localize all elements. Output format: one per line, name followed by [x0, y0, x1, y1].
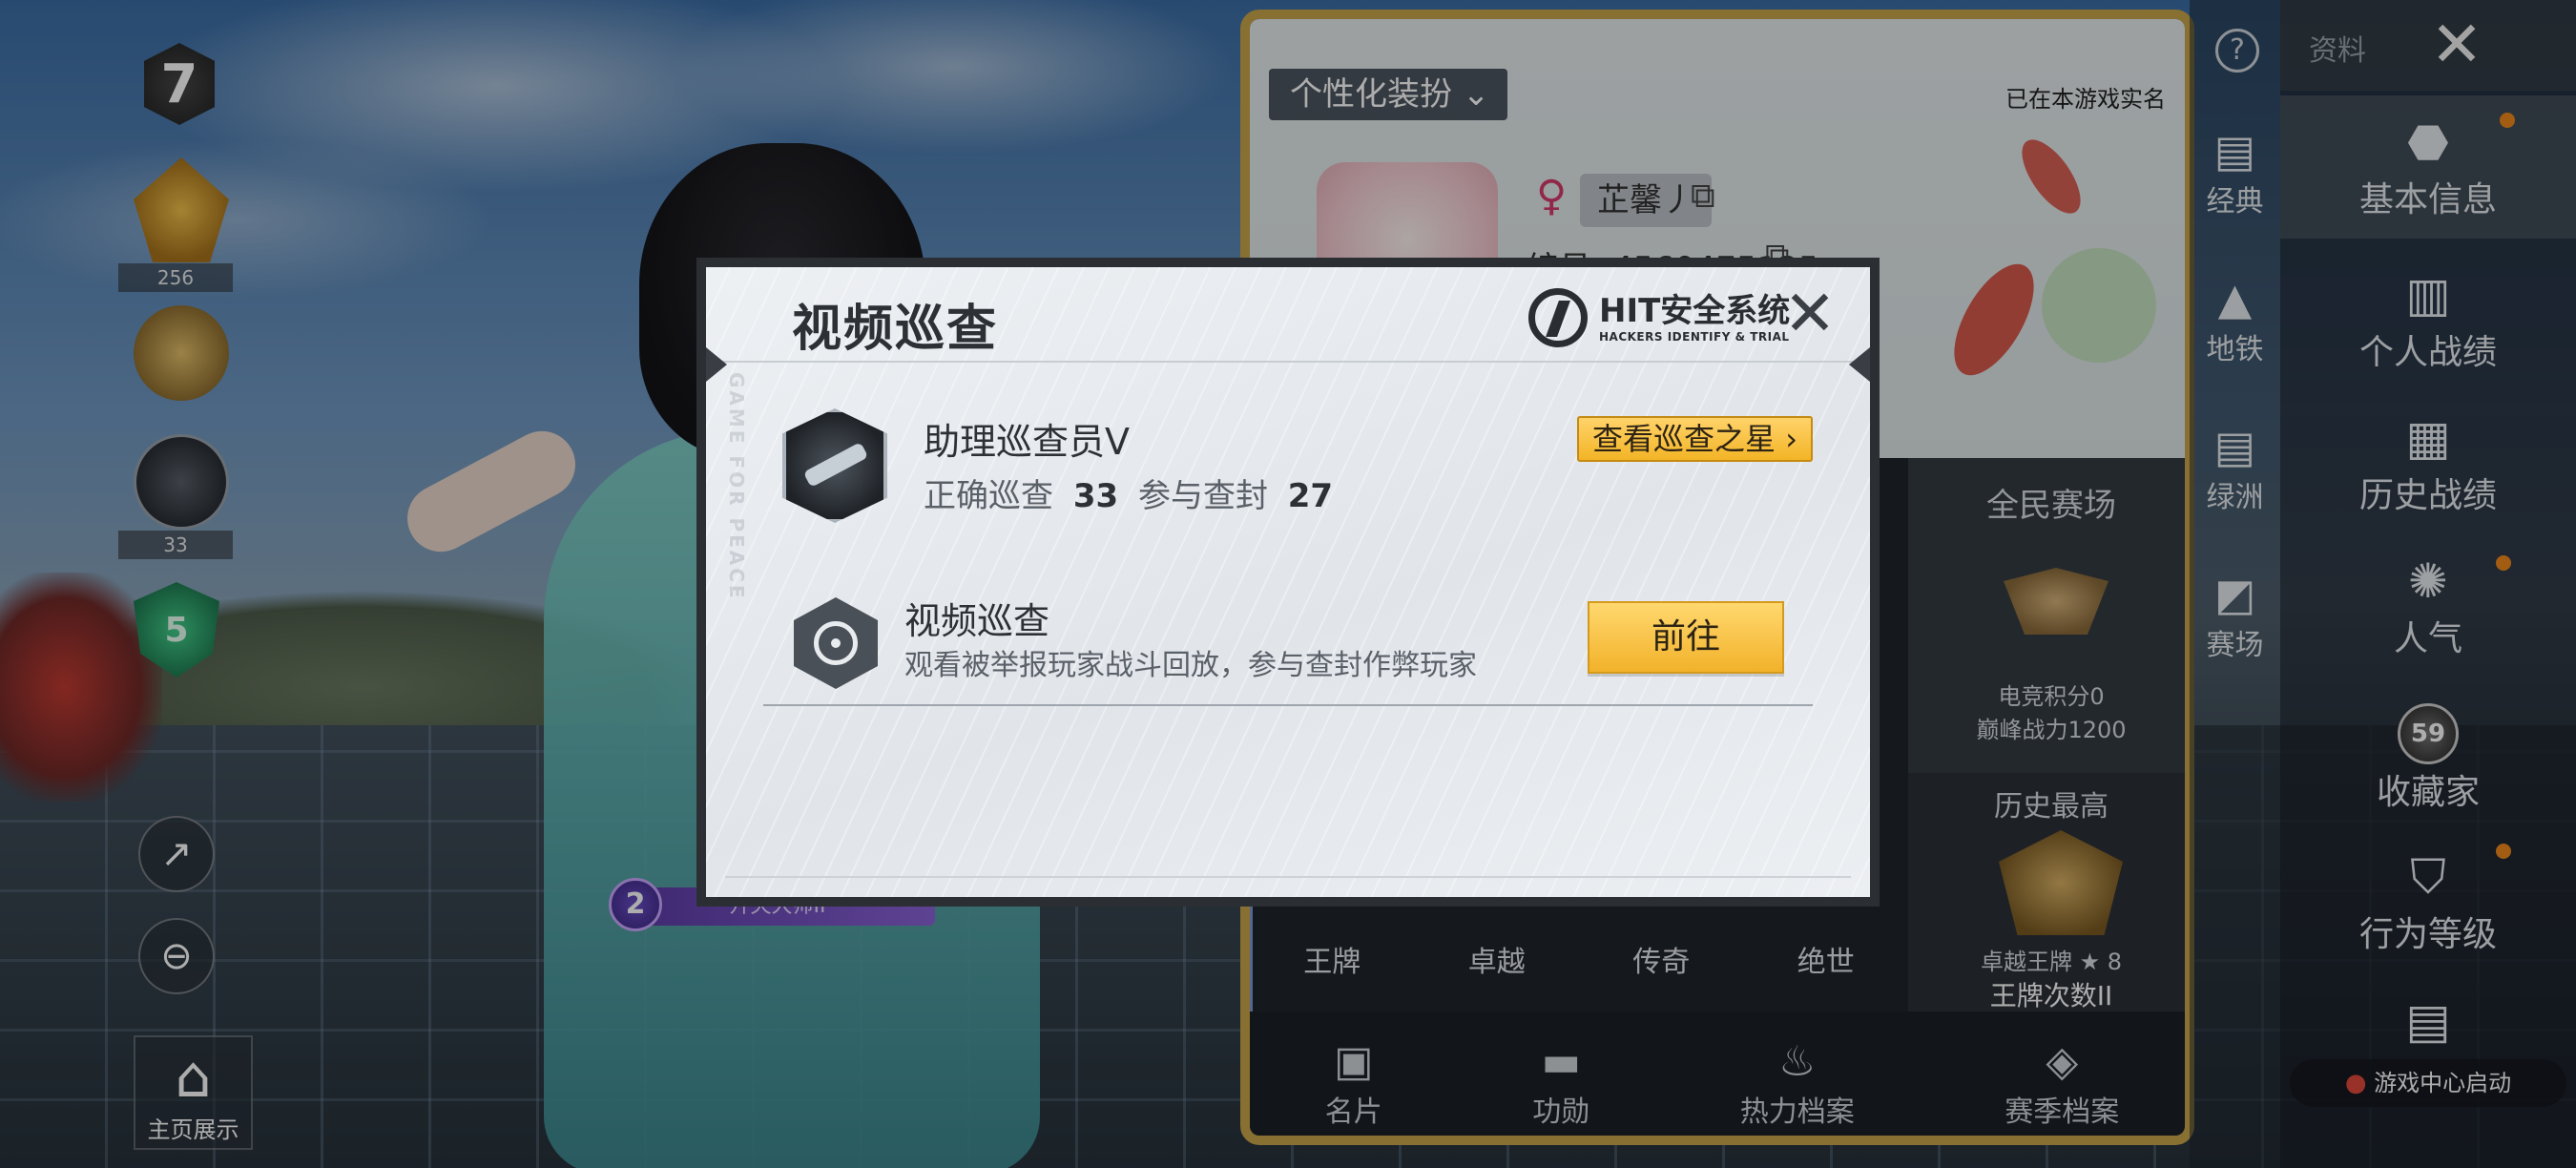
inspector-rank: 助理巡查员V — [924, 421, 1130, 463]
hit-logo-text: HIT安全系统 HACKERS IDENTIFY & TRIAL — [1599, 292, 1790, 344]
hit-logo-subtitle: HACKERS IDENTIFY & TRIAL — [1599, 330, 1790, 344]
patrol-task-description: 观看被举报玩家战斗回放，参与查封作弊玩家 — [904, 649, 1477, 682]
inspector-status: 助理巡查员V 正确巡查 33 参与查封 27 查看巡查之星 › — [782, 408, 1832, 532]
video-patrol-dialog: 视频巡查 HIT安全系统 HACKERS IDENTIFY & TRIAL ✕ … — [696, 258, 1880, 907]
hit-logo-title: HIT安全系统 — [1599, 292, 1791, 330]
dialog-corner-decoration — [1849, 347, 1870, 382]
view-patrol-star-button[interactable]: 查看巡查之星 › — [1577, 416, 1813, 462]
ban-label: 参与查封 — [1137, 477, 1268, 515]
divider — [725, 876, 1851, 878]
target-icon — [794, 597, 878, 689]
chevron-right-icon: › — [1785, 421, 1797, 457]
dialog-title: 视频巡查 — [792, 301, 999, 358]
correct-count: 33 — [1072, 477, 1119, 515]
correct-label: 正确巡查 — [924, 477, 1053, 515]
go-button[interactable]: 前往 — [1588, 601, 1784, 674]
inspector-stats: 正确巡查 33 参与查封 27 — [924, 469, 1342, 516]
star-button-label: 查看巡查之星 — [1592, 421, 1776, 457]
patrol-task-title: 视频巡查 — [904, 600, 1050, 642]
dialog-body: 视频巡查 HIT安全系统 HACKERS IDENTIFY & TRIAL ✕ … — [706, 267, 1870, 897]
close-icon[interactable]: ✕ — [1776, 282, 1843, 349]
inspector-rank-badge-icon — [782, 408, 887, 523]
ban-count: 27 — [1287, 477, 1334, 515]
video-patrol-task: 视频巡查 观看被举报玩家战斗回放，参与查封作弊玩家 前往 — [763, 582, 1813, 706]
dialog-header: 视频巡查 HIT安全系统 HACKERS IDENTIFY & TRIAL ✕ — [706, 267, 1870, 363]
hit-logo-icon — [1528, 288, 1588, 347]
crosshair-icon — [814, 621, 858, 665]
dialog-corner-decoration — [706, 347, 727, 382]
dialog-watermark: GAME FOR PEACE — [725, 372, 748, 601]
hit-security-logo: HIT安全系统 HACKERS IDENTIFY & TRIAL — [1528, 284, 1790, 351]
